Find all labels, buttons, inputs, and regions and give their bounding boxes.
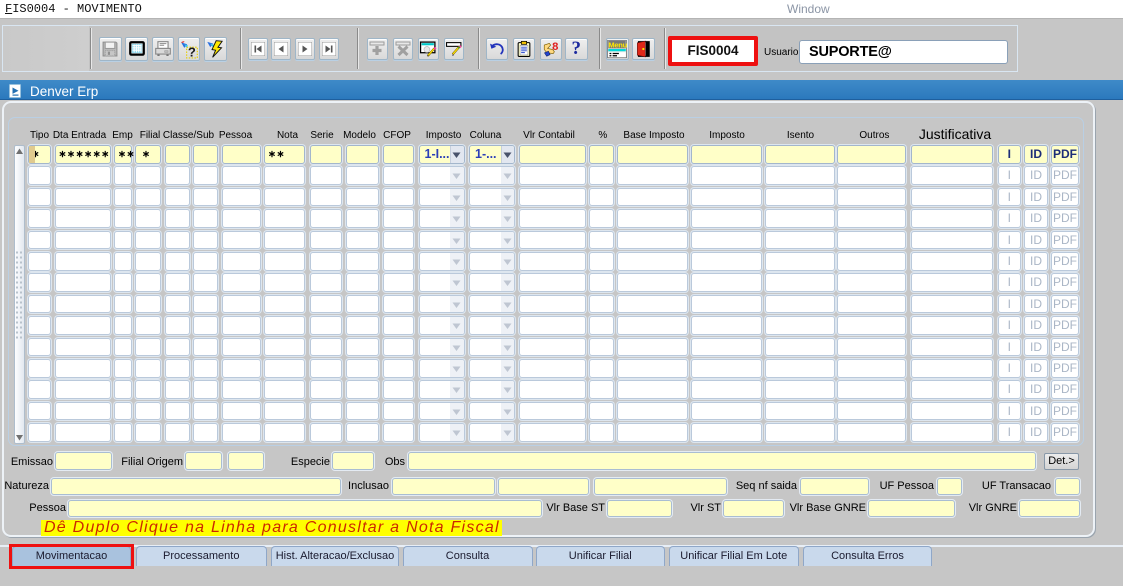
svg-text:?: ?: [188, 44, 196, 58]
svg-text:Menu: Menu: [609, 40, 628, 49]
